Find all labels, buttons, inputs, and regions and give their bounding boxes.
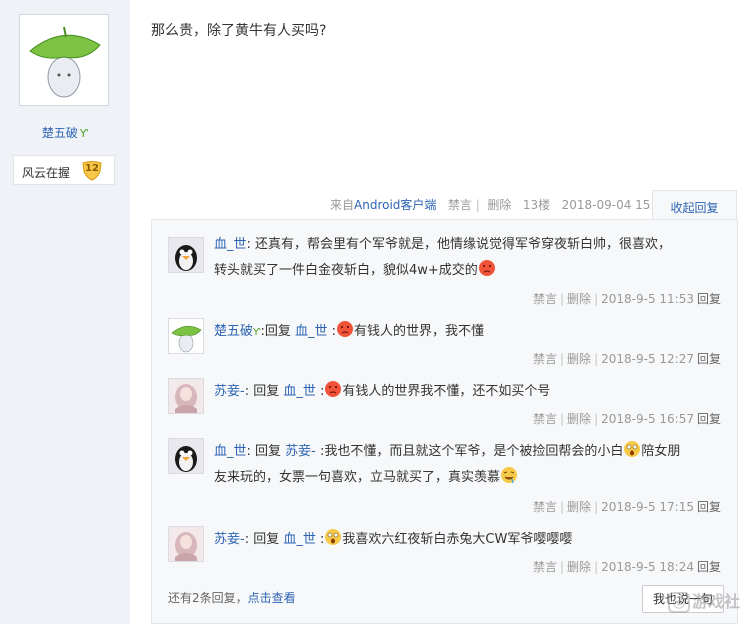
reply-meta: 禁言 | 删除 | 2018-9-5 11:53 回复 [532, 292, 721, 306]
reply-username[interactable]: 血_世 [214, 237, 247, 252]
penguin-avatar-icon [169, 439, 203, 473]
post-content: 那么贵，除了黄牛有人买吗? [151, 23, 327, 39]
reply-delete-link[interactable]: 删除 [567, 500, 591, 514]
reply-text: 苏妾-: 回复 血_世 : 我喜欢六红夜斩白赤兔大CW军爷嘤嘤嘤 [214, 527, 721, 553]
reply-delete-link[interactable]: 删除 [567, 412, 591, 426]
reply-target-username[interactable]: 血_世 [283, 532, 316, 547]
level-shield-icon: 12 [81, 160, 103, 181]
reply-reply-link[interactable]: 回复 [697, 292, 721, 306]
post-mute-link[interactable]: 禁言 [448, 198, 472, 212]
reply-body: 我喜欢六红夜斩白赤兔大CW军爷嘤嘤嘤 [342, 532, 573, 547]
leaf-hat-avatar-icon [169, 319, 203, 353]
author-sidebar: 楚五破 Ƴ 风云在握 12 [0, 0, 130, 624]
reply-target-username[interactable]: 血_世 [283, 384, 316, 399]
surprised-face-emoji-icon [324, 528, 342, 546]
reply-reply-link[interactable]: 回复 [697, 560, 721, 574]
penguin-avatar-icon [169, 238, 203, 272]
floor-number: 13楼 [522, 198, 551, 212]
reply-reply-link[interactable]: 回复 [697, 352, 721, 366]
reply-delete-link[interactable]: 删除 [567, 352, 591, 366]
author-avatar[interactable] [19, 14, 109, 106]
author-name-text[interactable]: 楚五破 [42, 126, 78, 140]
reply-avatar[interactable] [168, 237, 204, 273]
reply-mute-link[interactable]: 禁言 [533, 412, 557, 426]
reply-time: 2018-9-5 11:53 [601, 292, 694, 306]
reply-username[interactable]: 血_世 [214, 444, 247, 459]
source-prefix: 来自 [330, 198, 355, 212]
reply-body-cont: 转头就买了一件白金夜斩白，貌似4w+成交的 [214, 263, 478, 278]
reply-avatar[interactable] [168, 378, 204, 414]
reply-meta: 禁言 | 删除 | 2018-9-5 17:15 回复 [532, 500, 721, 514]
author-name[interactable]: 楚五破 Ƴ [0, 124, 130, 141]
reply-time: 2018-9-5 17:15 [601, 500, 694, 514]
reply-time: 2018-9-5 18:24 [601, 560, 694, 574]
reply-username[interactable]: 苏妾- [214, 532, 245, 547]
reply-reply-link[interactable]: 回复 [697, 412, 721, 426]
reply-time: 2018-9-5 16:57 [601, 412, 694, 426]
reply-username[interactable]: 苏妾- [214, 384, 245, 399]
level-number: 12 [85, 163, 99, 174]
reply-body: :我也不懂，而且就这个军爷，是个被捡回帮会的小白 [320, 444, 624, 459]
reply-mute-link[interactable]: 禁言 [533, 500, 557, 514]
angry-face-emoji-icon [336, 320, 354, 338]
reply-mute-link[interactable]: 禁言 [533, 352, 557, 366]
source-link[interactable]: Android客户端 [354, 198, 436, 212]
post-delete-link[interactable]: 删除 [487, 198, 511, 212]
girl-avatar-icon [169, 527, 203, 561]
reply-avatar[interactable] [168, 526, 204, 562]
reply-body: 有钱人的世界我不懂，还不如买个号 [342, 384, 551, 399]
reply-word: : 回复 [244, 384, 284, 399]
reply-delete-link[interactable]: 删除 [567, 292, 591, 306]
reply-avatar[interactable] [168, 438, 204, 474]
reply-text: 苏妾-: 回复 血_世 : 有钱人的世界我不懂，还不如买个号 [214, 379, 721, 405]
reply-panel: 血_世: 还真有，帮会里有个军爷就是，他情缘说觉得军爷穿夜斩白帅，很喜欢， 转头… [151, 219, 738, 624]
view-more-replies-link[interactable]: 点击查看 [248, 591, 296, 605]
post-meta: 来自Android客户端 禁言 | 删除 13楼 2018-09-04 15:4… [330, 198, 670, 212]
reply-time: 2018-9-5 12:27 [601, 352, 694, 366]
angry-face-emoji-icon [478, 259, 496, 277]
reply-body: 还真有，帮会里有个军爷就是，他情缘说觉得军爷穿夜斩白帅，很喜欢， [255, 237, 672, 252]
watermark-logo-icon: ⓒ [668, 592, 691, 613]
surprised-face-emoji-icon [623, 440, 641, 458]
angry-face-emoji-icon [324, 380, 342, 398]
collapse-replies-button[interactable]: 收起回复 [652, 190, 737, 220]
watermark-text: 游戏社 [692, 592, 741, 611]
reply-reply-link[interactable]: 回复 [697, 500, 721, 514]
reply-body: 有钱人的世界，我不懂 [354, 324, 485, 339]
reply-mute-link[interactable]: 禁言 [533, 292, 557, 306]
author-avatar-image [24, 19, 104, 101]
reply-colon: : [246, 237, 256, 252]
site-watermark: ⓒ 游戏社 [668, 588, 748, 620]
reply-target-username[interactable]: 苏妾- [285, 444, 316, 459]
level-title: 风云在握 [22, 166, 71, 180]
drooling-face-emoji-icon [500, 466, 518, 484]
more-replies-count: 还有2条回复， [168, 591, 248, 605]
reply-word: :回复 [260, 324, 295, 339]
reply-meta: 禁言 | 删除 | 2018-9-5 16:57 回复 [532, 412, 721, 426]
more-replies: 还有2条回复，点击查看 [168, 589, 296, 606]
reply-text: 楚五破Ƴ:回复 血_世 : 有钱人的世界，我不懂 [214, 319, 721, 346]
reply-text: 血_世: 还真有，帮会里有个军爷就是，他情缘说觉得军爷穿夜斩白帅，很喜欢， 转头… [214, 232, 721, 284]
reply-body-cont: 友来玩的，女票一句喜欢，立马就买了，真实羡慕 [214, 470, 501, 485]
reply-word: : 回复 [244, 532, 284, 547]
level-badge[interactable]: 风云在握 12 [13, 155, 115, 185]
girl-avatar-icon [169, 379, 203, 413]
sprout-icon: Ƴ [79, 127, 89, 140]
reply-target-username[interactable]: 血_世 [295, 324, 328, 339]
reply-username[interactable]: 楚五破 [214, 324, 253, 339]
reply-mute-link[interactable]: 禁言 [533, 560, 557, 574]
reply-body-tail: 陪女朋 [641, 444, 681, 459]
reply-delete-link[interactable]: 删除 [567, 560, 591, 574]
reply-word: : 回复 [246, 444, 286, 459]
reply-text: 血_世: 回复 苏妾- :我也不懂，而且就这个军爷，是个被捡回帮会的小白 陪女朋 … [214, 439, 721, 491]
reply-meta: 禁言 | 删除 | 2018-9-5 18:24 回复 [532, 560, 721, 574]
reply-avatar[interactable] [168, 318, 204, 354]
reply-meta: 禁言 | 删除 | 2018-9-5 12:27 回复 [532, 352, 721, 366]
